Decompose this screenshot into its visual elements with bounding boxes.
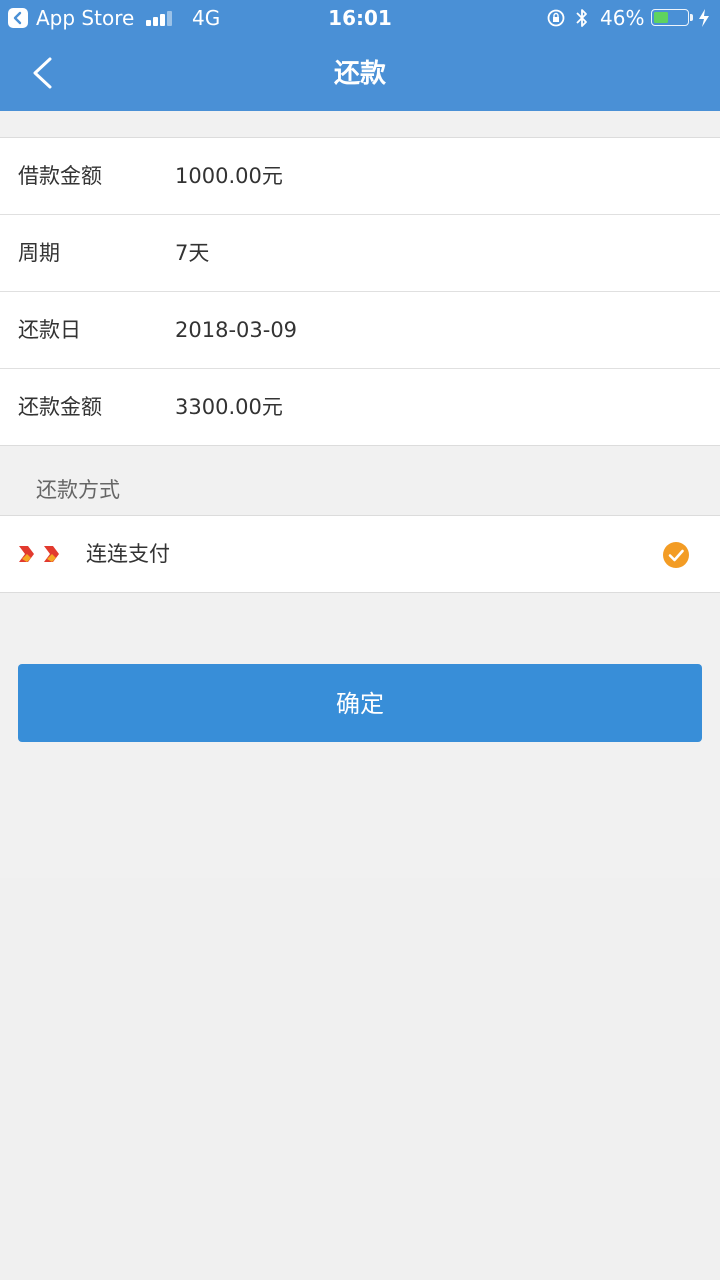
payment-method-lianlian[interactable]: 连连支付	[0, 515, 720, 593]
period-value: 7天	[175, 241, 210, 265]
repay-amount-label: 还款金额	[18, 395, 102, 419]
status-bar: App Store 4G 16:01 46%	[0, 0, 720, 36]
battery-level-fill	[654, 12, 668, 23]
battery-icon	[651, 9, 689, 26]
bluetooth-icon	[574, 7, 590, 33]
info-row-repay-date: 还款日 2018-03-09	[0, 292, 720, 369]
repay-date-value: 2018-03-09	[175, 318, 298, 342]
loan-info-list: 借款金额 1000.00元 周期 7天 还款日 2018-03-09 还款金额 …	[0, 137, 720, 446]
page-title: 还款	[333, 59, 386, 89]
loan-amount-label: 借款金额	[18, 164, 102, 188]
nav-bar: 还款	[0, 36, 720, 111]
info-row-repay-amount: 还款金额 3300.00元	[0, 369, 720, 445]
payment-method-label: 连连支付	[86, 542, 170, 566]
loan-amount-value: 1000.00元	[175, 164, 283, 188]
empty-area	[0, 878, 720, 1280]
payment-section-title: 还款方式	[36, 478, 120, 502]
confirm-button[interactable]: 确定	[18, 664, 702, 742]
check-circle-icon[interactable]	[662, 541, 690, 573]
repay-date-label: 还款日	[18, 318, 81, 342]
repay-amount-value: 3300.00元	[175, 395, 283, 419]
period-label: 周期	[18, 241, 60, 265]
info-row-period: 周期 7天	[0, 215, 720, 292]
info-row-loan-amount: 借款金额 1000.00元	[0, 138, 720, 215]
lianlian-pay-logo	[18, 544, 68, 568]
charging-icon	[698, 8, 710, 32]
battery-percent: 46%	[600, 6, 645, 30]
rotation-lock-icon	[546, 8, 566, 32]
battery-tip	[690, 14, 693, 21]
